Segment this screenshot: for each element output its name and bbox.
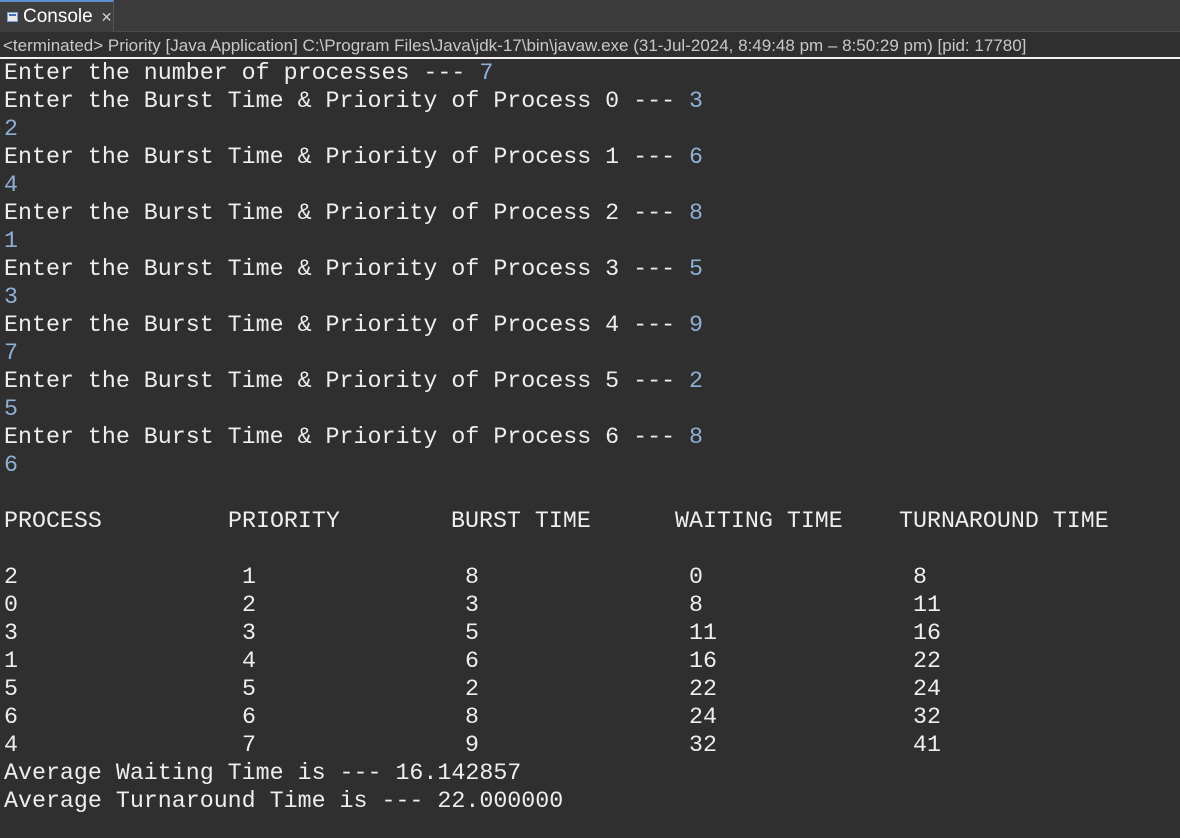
prompt-text: Enter the Burst Time & Priority of Proce… xyxy=(4,256,690,282)
prompt-text: Enter the Burst Time & Priority of Proce… xyxy=(4,144,690,170)
prompt-process-4: Enter the Burst Time & Priority of Proce… xyxy=(4,311,703,339)
user-input-priority: 1 xyxy=(4,228,18,254)
user-input-burst: 8 xyxy=(689,424,704,450)
cell-burst-time: 8 xyxy=(465,564,479,590)
tab-console[interactable]: Console ✕ xyxy=(0,0,114,32)
cell-turnaround-time: 41 xyxy=(913,732,941,758)
prompt-num-processes: Enter the number of processes --- 7 xyxy=(4,59,493,87)
user-input-priority: 4 xyxy=(4,172,18,198)
cell-priority: 3 xyxy=(242,620,256,646)
cell-priority: 1 xyxy=(242,564,256,590)
cell-process: 2 xyxy=(4,564,18,590)
prompt-text: Enter the Burst Time & Priority of Proce… xyxy=(4,200,690,226)
user-input-burst: 8 xyxy=(689,200,704,226)
header-process: PROCESS xyxy=(4,508,102,534)
tab-console-label: Console xyxy=(23,6,93,27)
prompt-process-3: Enter the Burst Time & Priority of Proce… xyxy=(4,255,703,283)
cell-process: 1 xyxy=(4,648,18,674)
user-input-burst: 6 xyxy=(689,144,704,170)
header-priority: PRIORITY xyxy=(228,508,340,534)
user-input-burst: 5 xyxy=(689,256,704,282)
user-input-priority: 3 xyxy=(4,284,18,310)
cell-priority: 7 xyxy=(242,732,256,758)
cell-priority: 2 xyxy=(242,592,256,618)
user-input-burst: 9 xyxy=(689,312,704,338)
cell-process: 4 xyxy=(4,732,18,758)
user-input-priority: 7 xyxy=(4,340,18,366)
user-input-priority: 2 xyxy=(4,116,18,142)
cell-waiting-time: 8 xyxy=(689,592,703,618)
cell-waiting-time: 24 xyxy=(689,704,717,730)
average-waiting-time: Average Waiting Time is --- 16.142857 xyxy=(4,760,522,786)
cell-waiting-time: 11 xyxy=(689,620,717,646)
console-icon xyxy=(7,12,18,22)
cell-turnaround-time: 22 xyxy=(913,648,941,674)
cell-burst-time: 3 xyxy=(465,592,479,618)
prompt-text: Enter the Burst Time & Priority of Proce… xyxy=(4,312,690,338)
cell-burst-time: 8 xyxy=(465,704,479,730)
cell-turnaround-time: 24 xyxy=(913,676,941,702)
cell-process: 5 xyxy=(4,676,18,702)
cell-waiting-time: 22 xyxy=(689,676,717,702)
user-input-burst: 2 xyxy=(689,368,704,394)
cell-burst-time: 6 xyxy=(465,648,479,674)
cell-process: 0 xyxy=(4,592,18,618)
header-turnaround-time: TURNAROUND TIME xyxy=(899,508,1109,534)
close-icon[interactable]: ✕ xyxy=(101,9,113,26)
prompt-text: Enter the Burst Time & Priority of Proce… xyxy=(4,88,690,114)
cell-burst-time: 5 xyxy=(465,620,479,646)
prompt-text: Enter the Burst Time & Priority of Proce… xyxy=(4,424,690,450)
user-input: 7 xyxy=(479,60,494,86)
average-turnaround-time: Average Turnaround Time is --- 22.000000 xyxy=(4,788,564,814)
cell-process: 3 xyxy=(4,620,18,646)
console-status-line: <terminated> Priority [Java Application]… xyxy=(0,32,1180,59)
cell-burst-time: 2 xyxy=(465,676,479,702)
cell-turnaround-time: 32 xyxy=(913,704,941,730)
cell-turnaround-time: 8 xyxy=(913,564,927,590)
cell-waiting-time: 32 xyxy=(689,732,717,758)
cell-priority: 4 xyxy=(242,648,256,674)
tab-bar: Console ✕ xyxy=(0,0,1180,32)
prompt-text: Enter the number of processes --- xyxy=(4,60,480,86)
prompt-process-2: Enter the Burst Time & Priority of Proce… xyxy=(4,199,703,227)
cell-process: 6 xyxy=(4,704,18,730)
cell-priority: 6 xyxy=(242,704,256,730)
cell-waiting-time: 0 xyxy=(689,564,703,590)
user-input-priority: 6 xyxy=(4,452,18,478)
prompt-process-1: Enter the Burst Time & Priority of Proce… xyxy=(4,143,703,171)
cell-priority: 5 xyxy=(242,676,256,702)
user-input-priority: 5 xyxy=(4,396,18,422)
prompt-process-6: Enter the Burst Time & Priority of Proce… xyxy=(4,423,703,451)
header-burst-time: BURST TIME xyxy=(451,508,591,534)
cell-burst-time: 9 xyxy=(465,732,479,758)
prompt-process-0: Enter the Burst Time & Priority of Proce… xyxy=(4,87,703,115)
user-input-burst: 3 xyxy=(689,88,704,114)
cell-turnaround-time: 16 xyxy=(913,620,941,646)
cell-waiting-time: 16 xyxy=(689,648,717,674)
header-waiting-time: WAITING TIME xyxy=(675,508,843,534)
prompt-text: Enter the Burst Time & Priority of Proce… xyxy=(4,368,690,394)
cell-turnaround-time: 11 xyxy=(913,592,941,618)
prompt-process-5: Enter the Burst Time & Priority of Proce… xyxy=(4,367,703,395)
